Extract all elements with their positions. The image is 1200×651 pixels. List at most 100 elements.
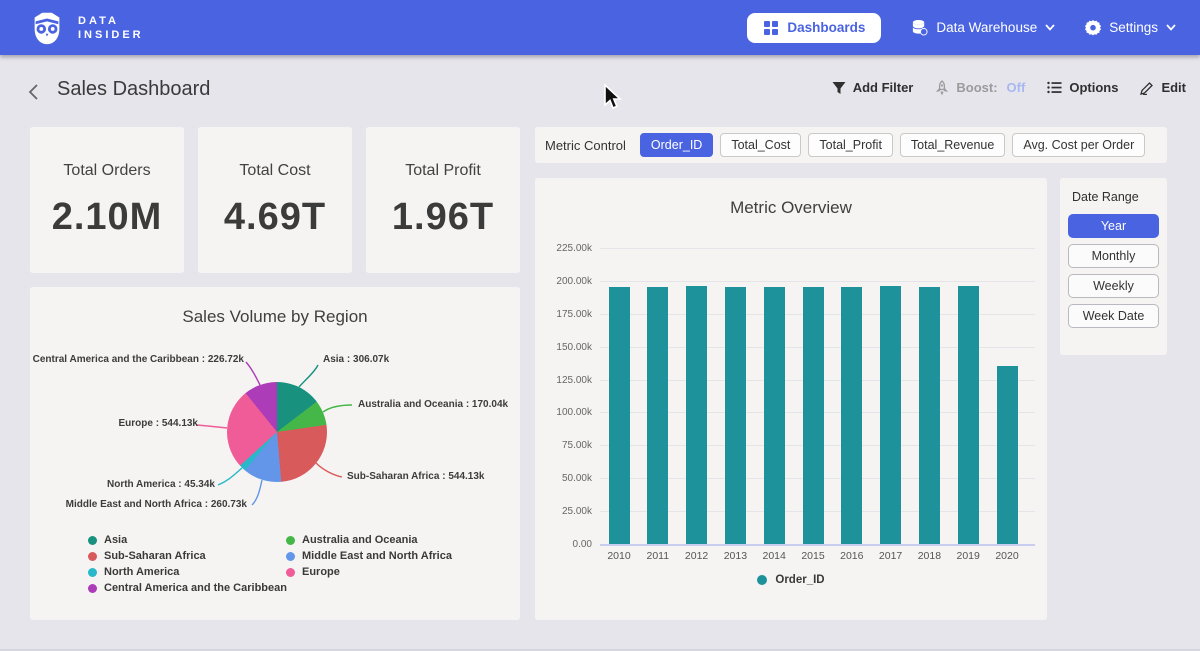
rocket-icon xyxy=(935,80,949,95)
boost-value: Off xyxy=(1007,80,1026,95)
kpi-label: Total Profit xyxy=(405,162,481,180)
date-range-buttons: Year Monthly Weekly Week Date xyxy=(1068,214,1159,328)
app-root: DATA INSIDER Dashboards xyxy=(0,0,1200,651)
metric-chip-order-id[interactable]: Order_ID xyxy=(640,133,713,157)
pie-legend-label: Australia and Oceania xyxy=(302,534,418,546)
bar-chart-plot-area xyxy=(600,248,1035,544)
options-label: Options xyxy=(1069,80,1118,95)
leader-line-north-america xyxy=(218,468,242,485)
metric-overview-chart-card: Metric Overview 225.00k200.00k175.00k150… xyxy=(535,178,1047,620)
legend-dot-icon xyxy=(88,568,97,577)
pie-legend-item-asia[interactable]: Asia xyxy=(88,534,127,546)
leader-line-europe xyxy=(197,425,227,428)
x-tick-label-2020: 2020 xyxy=(982,550,1032,562)
bar-2018[interactable] xyxy=(919,287,940,544)
y-tick-label: 100.00k xyxy=(535,407,592,418)
kpi-card-total-cost: Total Cost4.69T xyxy=(198,127,352,273)
kpi-card-total-profit: Total Profit1.96T xyxy=(366,127,520,273)
chevron-left-icon xyxy=(26,83,42,101)
filter-icon xyxy=(832,81,846,95)
pie-legend-item-sub-saharan-africa[interactable]: Sub-Saharan Africa xyxy=(88,550,206,562)
leader-line-sub-saharan-africa xyxy=(316,463,342,477)
settings-label: Settings xyxy=(1109,20,1158,35)
pie-legend-label: Asia xyxy=(104,534,127,546)
pie-legend-item-europe[interactable]: Europe xyxy=(286,566,340,578)
bar-2013[interactable] xyxy=(725,287,746,544)
legend-dot-icon xyxy=(286,552,295,561)
pie-label-sub-saharan-africa: Sub-Saharan Africa : 544.13k xyxy=(347,471,484,482)
legend-dot-icon xyxy=(88,584,97,593)
brand-line2: INSIDER xyxy=(78,28,144,42)
kpi-value: 2.10M xyxy=(52,196,163,239)
pie-chart-title: Sales Volume by Region xyxy=(30,307,520,327)
kpi-value: 4.69T xyxy=(224,196,326,239)
chevron-down-icon xyxy=(1045,24,1055,31)
y-tick-label: 0.00 xyxy=(535,539,592,550)
leader-line-asia xyxy=(299,365,318,387)
navbar-menu: Dashboards Data Warehouse xyxy=(747,13,1176,43)
kpi-card-total-orders: Total Orders2.10M xyxy=(30,127,184,273)
pie-label-middle-east-and-north-africa: Middle East and North Africa : 260.73k xyxy=(66,499,247,510)
header-actions: Add Filter Boost: Off Options xyxy=(832,80,1186,95)
bar-2014[interactable] xyxy=(764,287,785,544)
pie-legend-label: North America xyxy=(104,566,179,578)
pie-label-asia: Asia : 306.07k xyxy=(323,354,389,365)
metric-control-bar: Metric Control Order_ID Total_Cost Total_P… xyxy=(535,127,1167,163)
data-warehouse-label: Data Warehouse xyxy=(936,20,1037,35)
bar-2017[interactable] xyxy=(880,286,901,544)
metric-chip-total-profit[interactable]: Total_Profit xyxy=(808,133,893,157)
pie-chart[interactable] xyxy=(227,382,327,482)
metric-chip-total-cost[interactable]: Total_Cost xyxy=(720,133,801,157)
date-range-year-button[interactable]: Year xyxy=(1068,214,1159,238)
dashboards-label: Dashboards xyxy=(787,20,865,35)
pie-legend-item-north-america[interactable]: North America xyxy=(88,566,179,578)
leader-line-middle-east-and-north-africa xyxy=(252,480,262,505)
dashboards-button[interactable]: Dashboards xyxy=(747,13,881,43)
bar-chart-title: Metric Overview xyxy=(535,198,1047,218)
pie-legend-item-australia-and-oceania[interactable]: Australia and Oceania xyxy=(286,534,418,546)
boost-toggle[interactable]: Boost: Off xyxy=(935,80,1025,95)
date-range-monthly-button[interactable]: Monthly xyxy=(1068,244,1159,268)
bar-2012[interactable] xyxy=(686,286,707,544)
bar-2010[interactable] xyxy=(609,287,630,544)
back-button[interactable] xyxy=(26,83,46,103)
legend-dot-icon xyxy=(757,575,767,585)
data-warehouse-menu[interactable]: Data Warehouse xyxy=(911,19,1055,36)
y-tick-label: 150.00k xyxy=(535,342,592,353)
bar-2011[interactable] xyxy=(647,287,668,544)
metric-chip-total-revenue[interactable]: Total_Revenue xyxy=(900,133,1005,157)
bar-2015[interactable] xyxy=(803,287,824,544)
date-range-label: Date Range xyxy=(1072,190,1159,204)
legend-dot-icon xyxy=(286,568,295,577)
y-tick-label: 175.00k xyxy=(535,309,592,320)
logo-owl-icon xyxy=(28,9,66,47)
pie-legend-item-central-america-and-the-caribbean[interactable]: Central America and the Caribbean xyxy=(88,582,287,594)
metric-chip-avg-cost-per-order[interactable]: Avg. Cost per Order xyxy=(1012,133,1145,157)
settings-menu[interactable]: Settings xyxy=(1085,20,1176,36)
page-header: Sales Dashboard Add Filter Boost: Off xyxy=(0,55,1200,115)
pie-legend-label: Central America and the Caribbean xyxy=(104,582,287,594)
options-button[interactable]: Options xyxy=(1047,80,1118,95)
pie-legend-item-middle-east-and-north-africa[interactable]: Middle East and North Africa xyxy=(286,550,452,562)
brand[interactable]: DATA INSIDER xyxy=(28,9,144,47)
bar-2020[interactable] xyxy=(997,366,1018,544)
y-tick-label: 50.00k xyxy=(535,473,592,484)
edit-button[interactable]: Edit xyxy=(1140,80,1186,95)
add-filter-label: Add Filter xyxy=(853,80,914,95)
add-filter-button[interactable]: Add Filter xyxy=(832,80,914,95)
chevron-down-icon xyxy=(1166,24,1176,31)
bar-chart-legend[interactable]: Order_ID xyxy=(535,574,1047,586)
date-range-card: Date Range Year Monthly Weekly Week Date xyxy=(1060,178,1167,355)
edit-label: Edit xyxy=(1161,80,1186,95)
date-range-weekly-button[interactable]: Weekly xyxy=(1068,274,1159,298)
dashboard-grid-icon xyxy=(763,20,779,36)
metric-control-label: Metric Control xyxy=(545,138,626,153)
sales-volume-pie-card: Sales Volume by Region Asia : 306.07k Au… xyxy=(30,287,520,620)
bar-2019[interactable] xyxy=(958,286,979,544)
bar-2016[interactable] xyxy=(841,287,862,544)
pie-label-australia-and-oceania: Australia and Oceania : 170.04k xyxy=(358,399,508,410)
date-range-week-date-button[interactable]: Week Date xyxy=(1068,304,1159,328)
legend-dot-icon xyxy=(88,552,97,561)
pencil-icon xyxy=(1140,81,1154,95)
pie-label-europe: Europe : 544.13k xyxy=(119,418,198,429)
